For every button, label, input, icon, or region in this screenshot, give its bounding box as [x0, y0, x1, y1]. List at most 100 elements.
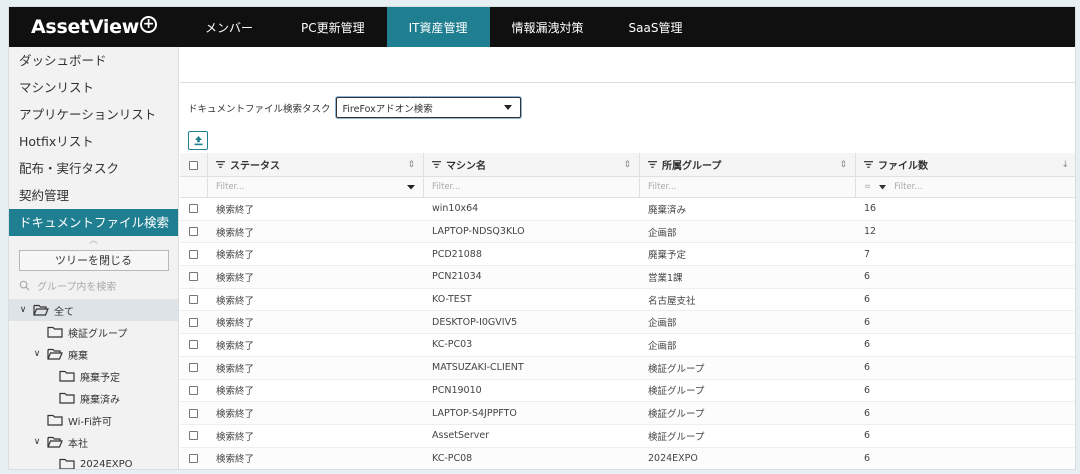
cell-status: 検索終了: [216, 363, 255, 375]
nav-tab-2[interactable]: IT資産管理: [386, 7, 490, 47]
tree-node-label: Wi-Fi許可: [68, 416, 112, 428]
table-row[interactable]: 検索終了 KC-PC08 2024EXPO 6: [180, 447, 1075, 469]
filter-icon[interactable]: [216, 161, 225, 168]
cell-group: 検証グループ: [648, 409, 705, 421]
nav-tab-4[interactable]: SaaS管理: [606, 7, 706, 47]
chevron-down-icon[interactable]: ∨: [31, 349, 43, 359]
tree-node-label: 本社: [68, 438, 88, 450]
select-all-checkbox[interactable]: [189, 160, 198, 170]
row-select-cell: [180, 334, 207, 356]
sort-icon[interactable]: ⇕: [839, 160, 847, 170]
cell-machine: win10x64: [432, 203, 479, 215]
table-row[interactable]: 検索終了 win10x64 廃棄済み 16: [180, 198, 1075, 221]
cell-count: 6: [864, 407, 871, 419]
sidebar-item-5[interactable]: 契約管理: [9, 182, 178, 209]
chevron-down-icon[interactable]: ∨: [17, 305, 29, 315]
row-checkbox[interactable]: [189, 408, 198, 418]
filter-icon[interactable]: [432, 161, 441, 168]
sidebar-item-1[interactable]: マシンリスト: [9, 74, 178, 101]
row-checkbox[interactable]: [189, 317, 198, 327]
close-tree-button[interactable]: ツリーを閉じる: [18, 250, 169, 271]
sort-icon[interactable]: ↓: [1061, 160, 1069, 170]
table-row[interactable]: 検索終了 PCN19010 検証グループ 6: [180, 379, 1075, 403]
row-checkbox[interactable]: [189, 295, 198, 305]
folder-icon: [47, 414, 63, 426]
cell-machine: PCN21034: [432, 271, 482, 283]
row-select-cell: [180, 425, 207, 447]
cell-machine: KC-PC08: [432, 452, 473, 464]
column-filter[interactable]: Filter...: [639, 177, 855, 197]
table-row[interactable]: 検索終了 KC-PC03 企画部 6: [180, 334, 1075, 357]
cell-machine: KO-TEST: [432, 294, 472, 306]
table-row[interactable]: 検索終了 PCD21088 廃棄予定 7: [180, 243, 1075, 267]
tree-node[interactable]: ∨ 全て: [9, 299, 178, 321]
row-select-cell: [180, 380, 207, 402]
row-checkbox[interactable]: [189, 227, 198, 237]
tree-node[interactable]: 廃棄済み: [9, 387, 178, 409]
filter-operator[interactable]: =: [864, 182, 871, 192]
column-filter[interactable]: Filter...: [207, 177, 423, 197]
column-header-label: ステータス: [230, 161, 280, 172]
tree-node[interactable]: ∨ 廃棄: [9, 343, 178, 365]
filter-icon[interactable]: [864, 161, 873, 168]
cell-group: 企画部: [648, 318, 677, 330]
task-select[interactable]: FireFoxアドオン検索: [335, 97, 521, 118]
table-row[interactable]: 検索終了 LAPTOP-S4JPPFTO 検証グループ 6: [180, 402, 1075, 425]
column-header[interactable]: 所属グループ ⇕: [639, 153, 855, 176]
cell-group: 検証グループ: [648, 431, 705, 443]
row-checkbox[interactable]: [189, 204, 198, 214]
tree-node[interactable]: 検証グループ: [9, 321, 178, 343]
cell-count: 6: [864, 271, 871, 283]
top-bar: AssetView + メンバー PC更新管理 IT資産管理 情報漏洩対策 SaaS管理: [9, 7, 1075, 47]
tree-node[interactable]: ∨ 本社: [9, 431, 178, 453]
cell-status: 検索終了: [216, 204, 255, 216]
tree-node[interactable]: Wi-Fi許可: [9, 409, 178, 431]
row-checkbox[interactable]: [189, 272, 198, 282]
grid-header: ステータス ⇕ マシン名 ⇕ 所属グループ ⇕ ファイル数 ↓: [180, 153, 1075, 177]
column-filter[interactable]: = Filter...: [855, 177, 1075, 197]
table-row[interactable]: 検索終了 MATSUZAKI-CLIENT 検証グループ 6: [180, 356, 1075, 380]
row-checkbox[interactable]: [189, 385, 198, 395]
table-row[interactable]: 検索終了 KO-TEST 名古屋支社 6: [180, 288, 1075, 312]
sidebar-item-0[interactable]: ダッシュボード: [9, 47, 178, 74]
chevron-up-icon[interactable]: ︿: [9, 236, 178, 248]
sidebar-item-2[interactable]: アプリケーションリスト: [9, 101, 178, 128]
sidebar-item-4[interactable]: 配布・実行タスク: [9, 155, 178, 182]
column-header-label-wrap: マシン名: [432, 157, 486, 172]
row-checkbox[interactable]: [189, 453, 198, 463]
tree-node[interactable]: 2024EXPO: [9, 453, 178, 469]
nav-tab-1[interactable]: PC更新管理: [279, 7, 387, 47]
sidebar-item-3[interactable]: Hotfixリスト: [9, 128, 178, 155]
row-checkbox[interactable]: [189, 431, 198, 441]
table-row[interactable]: 検索終了 AssetServer 検証グループ 6: [180, 424, 1075, 448]
table-row[interactable]: 検索終了 DESKTOP-I0GVIV5 企画部 6: [180, 311, 1075, 335]
sort-icon[interactable]: ⇕: [407, 160, 415, 170]
column-header[interactable]: ステータス ⇕: [207, 153, 423, 176]
row-checkbox[interactable]: [189, 249, 198, 259]
task-selector-row: ドキュメントファイル検索タスク FireFoxアドオン検索: [188, 97, 521, 118]
sort-icon[interactable]: ⇕: [623, 160, 631, 170]
table-row[interactable]: 検索終了 LAPTOP-NDSQ3KLO 企画部 12: [180, 220, 1075, 244]
tree-node-label: 廃棄予定: [80, 372, 120, 384]
nav-tab-0[interactable]: メンバー: [179, 7, 279, 47]
cell-count: 16: [864, 203, 877, 215]
column-filter[interactable]: Filter...: [423, 177, 639, 197]
logo[interactable]: AssetView +: [9, 7, 179, 47]
cell-status: 検索終了: [216, 250, 255, 262]
table-row[interactable]: 検索終了 PCN21034 営業1課 6: [180, 266, 1075, 289]
row-checkbox[interactable]: [189, 340, 198, 350]
sidebar-menu: ダッシュボード マシンリスト アプリケーションリスト Hotfixリスト 配布・実行タス…: [9, 47, 178, 236]
filter-icon[interactable]: [648, 161, 657, 168]
chevron-down-icon[interactable]: ∨: [31, 437, 43, 447]
export-button[interactable]: [188, 131, 208, 150]
column-header[interactable]: マシン名 ⇕: [423, 153, 639, 176]
row-checkbox[interactable]: [189, 363, 198, 373]
app-window: AssetView + メンバー PC更新管理 IT資産管理 情報漏洩対策 SaaS管理 …: [8, 6, 1076, 470]
sidebar-item-6[interactable]: ドキュメントファイル検索: [9, 209, 178, 236]
nav-tab-3[interactable]: 情報漏洩対策: [490, 7, 606, 47]
folder-open-icon: [33, 304, 49, 316]
group-search[interactable]: グループ内を検索: [9, 271, 178, 299]
logo-plus-icon: +: [139, 15, 157, 33]
column-header[interactable]: ファイル数 ↓: [855, 153, 1075, 176]
tree-node[interactable]: 廃棄予定: [9, 365, 178, 387]
